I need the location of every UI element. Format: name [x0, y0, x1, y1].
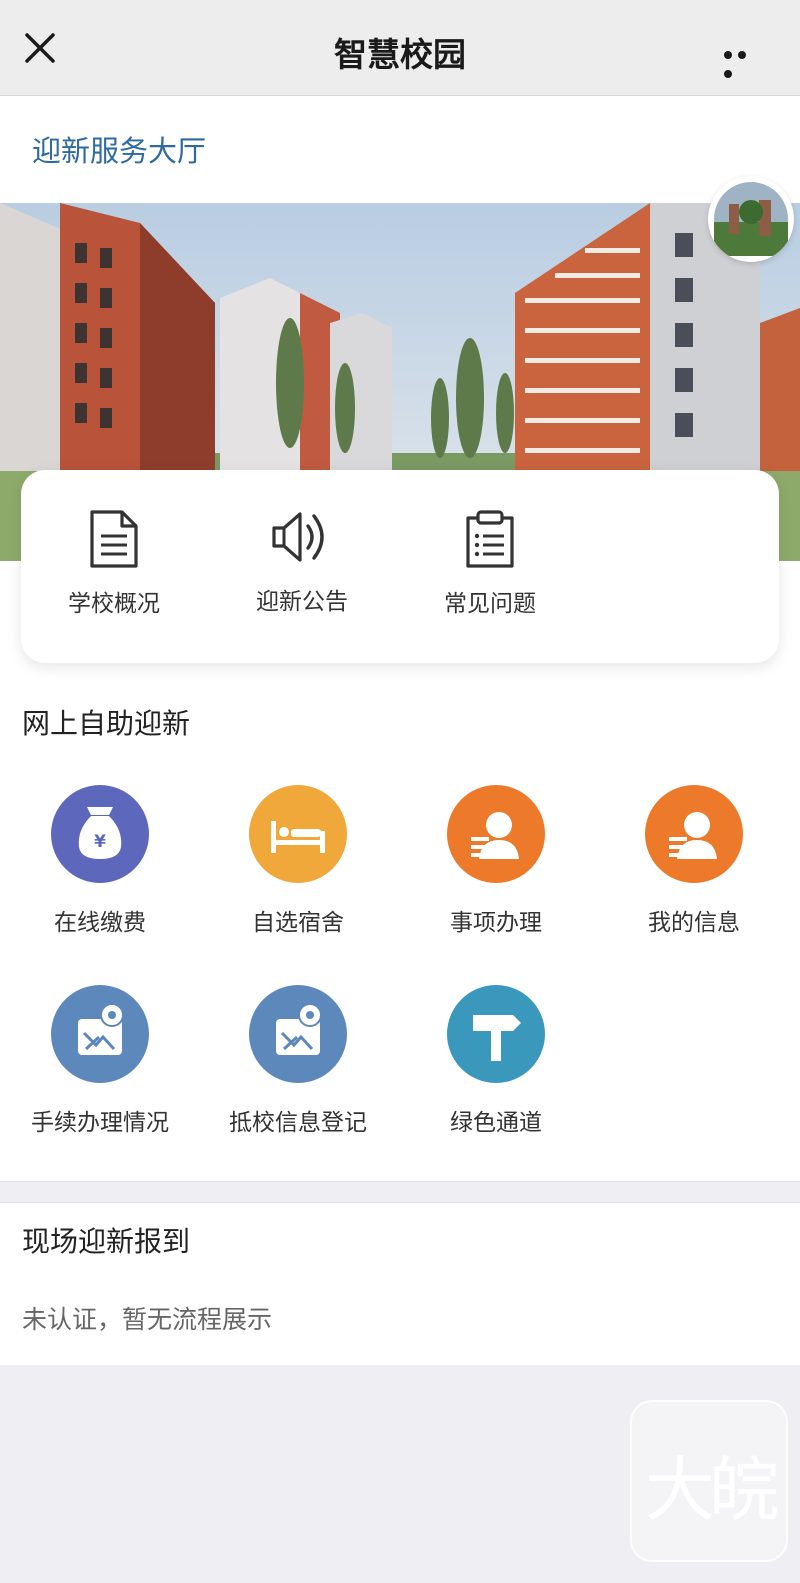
grid-item-dorm-select[interactable]: 自选宿舍 [203, 785, 393, 937]
section-divider [0, 1181, 800, 1203]
page-title: 智慧校园 [334, 35, 466, 74]
quick-link-label: 迎新公告 [256, 589, 348, 615]
quick-link-label: 常见问题 [444, 591, 536, 617]
grid-item-label: 在线缴费 [54, 910, 146, 936]
bed-icon [271, 821, 325, 853]
quick-link-label: 学校概况 [68, 591, 160, 617]
signpost-icon [473, 1015, 521, 1061]
watermark-logo: 大皖 [630, 1400, 788, 1562]
map-pin-icon [276, 1003, 322, 1055]
quick-link-school-overview[interactable]: 学校概况 [29, 508, 199, 618]
grid-item-arrival-registration[interactable]: 抵校信息登记 [203, 985, 393, 1137]
grid-item-green-channel[interactable]: 绿色通道 [401, 985, 591, 1137]
money-bag-icon: ¥ [78, 807, 122, 859]
more-icon-dot [738, 51, 746, 59]
hall-title: 迎新服务大厅 [32, 134, 207, 168]
grid-item-label: 抵校信息登记 [229, 1110, 367, 1136]
more-button[interactable] [724, 44, 764, 78]
watermark-text: 大皖 [645, 1449, 779, 1531]
grid-item-label: 我的信息 [648, 910, 740, 936]
map-pin-icon [78, 1003, 124, 1055]
grid-item-label: 事项办理 [450, 910, 542, 936]
grid-item-procedure-status[interactable]: 手续办理情况 [5, 985, 195, 1137]
onsite-status-text: 未认证，暂无流程展示 [22, 1305, 273, 1334]
person-card-icon [471, 812, 519, 859]
grid-item-online-payment[interactable]: ¥ 在线缴费 [5, 785, 195, 937]
grid-item-label: 手续办理情况 [31, 1110, 169, 1136]
grid-item-label: 绿色通道 [450, 1110, 542, 1136]
quick-link-faq[interactable]: 常见问题 [405, 508, 575, 618]
quick-link-announcement[interactable]: 迎新公告 [217, 508, 387, 616]
grid-item-my-info[interactable]: 我的信息 [599, 785, 789, 937]
speaker-icon [272, 512, 324, 562]
onsite-section-title: 现场迎新报到 [22, 1225, 191, 1258]
grid-item-affairs[interactable]: 事项办理 [401, 785, 591, 937]
more-icon [724, 51, 732, 59]
online-section-title: 网上自助迎新 [22, 707, 191, 740]
svg-text:¥: ¥ [94, 832, 106, 852]
clipboard-icon [466, 510, 514, 568]
more-icon-dot [724, 70, 732, 78]
avatar[interactable] [708, 176, 794, 262]
document-icon [90, 510, 138, 568]
person-card-icon [669, 812, 717, 859]
grid-item-label: 自选宿舍 [252, 910, 344, 936]
quick-links-card: 学校概况 迎新公告 常见问题 [21, 470, 779, 663]
top-nav-bar: 智慧校园 [0, 0, 800, 96]
